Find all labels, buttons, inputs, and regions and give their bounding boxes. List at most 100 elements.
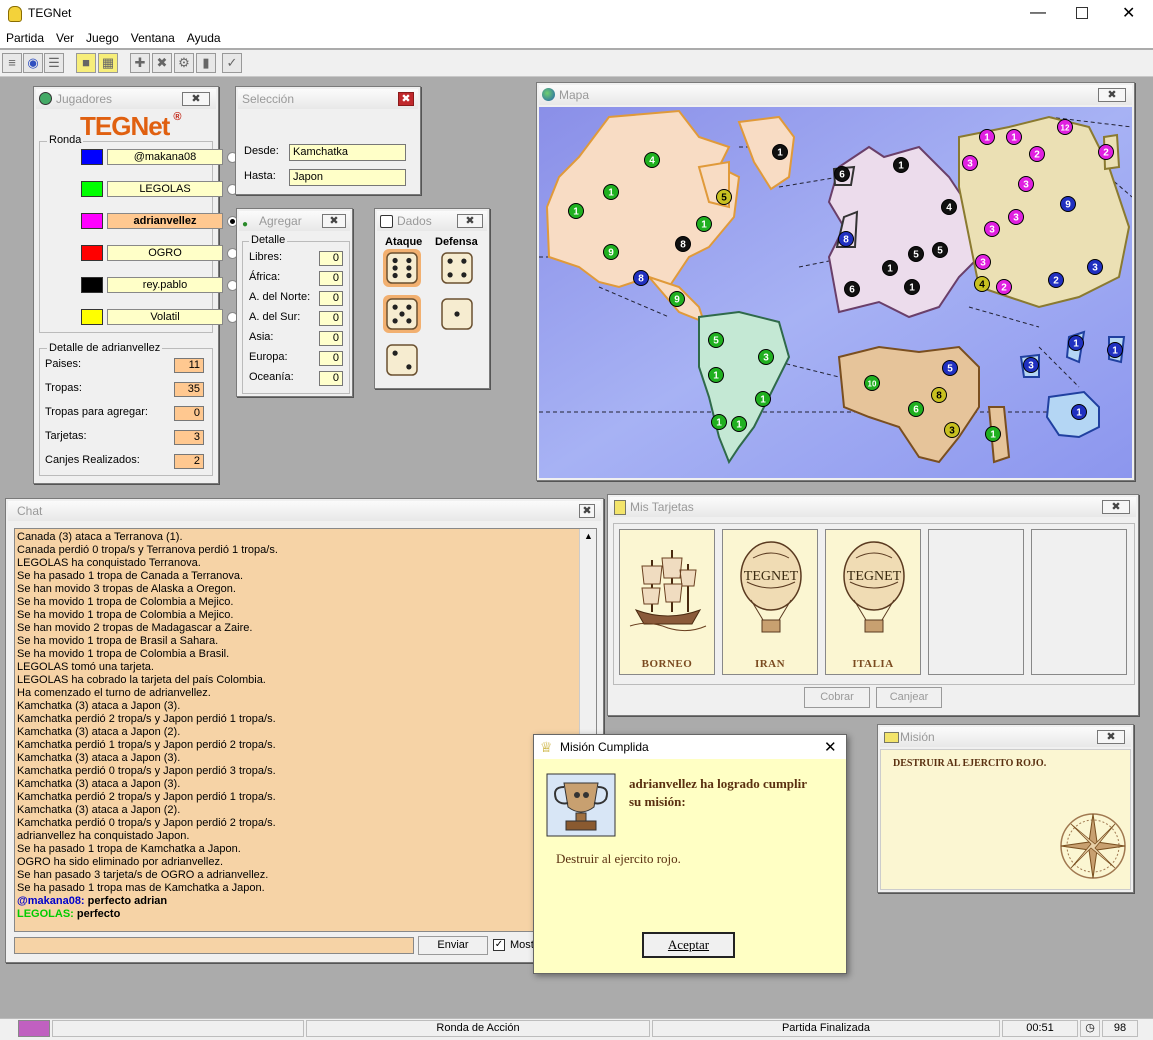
army-marker[interactable]: 1 bbox=[893, 157, 909, 173]
tarjetas-titlebar[interactable]: Mis Tarjetas ✖ bbox=[610, 497, 1136, 517]
menu-ventana[interactable]: Ventana bbox=[125, 28, 181, 45]
chat-titlebar[interactable]: Chat ✖ bbox=[8, 501, 601, 521]
army-marker[interactable]: 1 bbox=[708, 367, 724, 383]
army-marker[interactable]: 10 bbox=[864, 375, 880, 391]
army-marker[interactable]: 8 bbox=[675, 236, 691, 252]
army-marker[interactable]: 1 bbox=[882, 260, 898, 276]
minimize-button[interactable]: — bbox=[1030, 4, 1046, 22]
army-marker[interactable]: 3 bbox=[975, 254, 991, 270]
army-marker[interactable]: 1 bbox=[731, 416, 747, 432]
agregar-titlebar[interactable]: ● Agregar ✖ bbox=[239, 211, 350, 231]
army-marker[interactable]: 4 bbox=[974, 276, 990, 292]
scroll-up-icon[interactable]: ▲ bbox=[584, 531, 593, 541]
canjear-button[interactable]: Canjear bbox=[876, 687, 942, 708]
army-marker[interactable]: 3 bbox=[1018, 176, 1034, 192]
army-marker[interactable]: 5 bbox=[908, 246, 924, 262]
army-marker[interactable]: 3 bbox=[1087, 259, 1103, 275]
globe-icon[interactable]: ◉ bbox=[23, 53, 43, 73]
army-marker[interactable]: 1 bbox=[603, 184, 619, 200]
menu-partida[interactable]: Partida bbox=[0, 28, 50, 45]
army-marker[interactable]: 2 bbox=[1029, 146, 1045, 162]
army-count: 1 bbox=[573, 207, 579, 218]
close-icon[interactable]: ✖ bbox=[457, 214, 483, 228]
army-marker[interactable]: 6 bbox=[834, 166, 850, 182]
add-icon[interactable]: ✚ bbox=[130, 53, 150, 73]
army-count: 1 bbox=[760, 395, 766, 406]
army-marker[interactable]: 3 bbox=[984, 221, 1000, 237]
mision-titlebar[interactable]: Misión ✖ bbox=[880, 727, 1131, 747]
maximize-button[interactable] bbox=[1076, 7, 1088, 19]
dialog-titlebar[interactable]: ♕ Misión Cumplida ✕ bbox=[534, 735, 846, 759]
seleccion-titlebar[interactable]: Selección ✖ bbox=[238, 89, 418, 109]
cards-icon[interactable]: ▦ bbox=[98, 53, 118, 73]
army-marker[interactable]: 3 bbox=[1008, 209, 1024, 225]
menu-ayuda[interactable]: Ayuda bbox=[181, 28, 227, 45]
country-card[interactable]: BORNEO bbox=[619, 529, 715, 675]
army-marker[interactable]: 5 bbox=[932, 242, 948, 258]
card-take-icon[interactable]: ▮ bbox=[196, 53, 216, 73]
world-map[interactable]: 4119889511618415 5611 121223333934 22353111… bbox=[539, 107, 1132, 478]
mission-card-icon[interactable]: ■ bbox=[76, 53, 96, 73]
army-marker[interactable]: 8 bbox=[838, 231, 854, 247]
cobrar-button[interactable]: Cobrar bbox=[804, 687, 870, 708]
army-marker[interactable]: 1 bbox=[755, 391, 771, 407]
close-icon[interactable]: ✖ bbox=[579, 504, 595, 518]
army-marker[interactable]: 9 bbox=[1060, 196, 1076, 212]
chat-input[interactable] bbox=[14, 937, 414, 954]
army-marker[interactable]: 1 bbox=[772, 144, 788, 160]
mapa-titlebar[interactable]: Mapa ✖ bbox=[539, 85, 1132, 105]
army-marker[interactable]: 6 bbox=[908, 401, 924, 417]
army-marker[interactable]: 3 bbox=[1023, 357, 1039, 373]
army-marker[interactable]: 2 bbox=[996, 279, 1012, 295]
send-button[interactable]: Enviar bbox=[418, 936, 488, 955]
army-marker[interactable]: 1 bbox=[1107, 342, 1123, 358]
connect-icon[interactable]: ≡ bbox=[2, 53, 22, 73]
army-marker[interactable]: 5 bbox=[942, 360, 958, 376]
army-marker[interactable]: 1 bbox=[1006, 129, 1022, 145]
army-marker[interactable]: 1 bbox=[568, 203, 584, 219]
army-marker[interactable]: 4 bbox=[941, 199, 957, 215]
army-marker[interactable]: 9 bbox=[603, 244, 619, 260]
close-icon[interactable]: ✖ bbox=[182, 92, 210, 106]
list-icon[interactable]: ☰ bbox=[44, 53, 64, 73]
show-checkbox[interactable]: ✓ bbox=[493, 939, 505, 951]
army-marker[interactable]: 12 bbox=[1057, 119, 1073, 135]
regroup-icon[interactable]: ⚙ bbox=[174, 53, 194, 73]
army-marker[interactable]: 1 bbox=[1071, 404, 1087, 420]
end-turn-icon[interactable]: ✓ bbox=[222, 53, 242, 73]
country-card[interactable]: TEGNET ITALIA bbox=[825, 529, 921, 675]
army-marker[interactable]: 8 bbox=[633, 270, 649, 286]
army-marker[interactable]: 9 bbox=[669, 291, 685, 307]
army-marker[interactable]: 3 bbox=[944, 422, 960, 438]
army-marker[interactable]: 2 bbox=[1098, 144, 1114, 160]
chat-log[interactable]: Canada (3) ataca a Terranova (1). Canada … bbox=[14, 528, 597, 932]
close-window-button[interactable]: ✕ bbox=[1122, 3, 1135, 23]
aceptar-button[interactable]: Aceptar bbox=[642, 932, 735, 958]
menu-ver[interactable]: Ver bbox=[50, 28, 80, 45]
country-card[interactable]: TEGNET IRAN bbox=[722, 529, 818, 675]
army-marker[interactable]: 6 bbox=[844, 281, 860, 297]
army-marker[interactable]: 2 bbox=[1048, 272, 1064, 288]
army-marker[interactable]: 5 bbox=[716, 189, 732, 205]
army-marker[interactable]: 8 bbox=[931, 387, 947, 403]
jugadores-titlebar[interactable]: Jugadores ✖ bbox=[36, 89, 216, 109]
army-marker[interactable]: 5 bbox=[708, 332, 724, 348]
army-marker[interactable]: 1 bbox=[696, 216, 712, 232]
dados-titlebar[interactable]: Dados ✖ bbox=[377, 211, 487, 231]
army-marker[interactable]: 4 bbox=[644, 152, 660, 168]
close-icon[interactable]: ✖ bbox=[1102, 500, 1130, 514]
army-marker[interactable]: 1 bbox=[711, 414, 727, 430]
close-icon[interactable]: ✖ bbox=[1097, 730, 1125, 744]
army-marker[interactable]: 1 bbox=[1068, 335, 1084, 351]
army-marker[interactable]: 3 bbox=[758, 349, 774, 365]
dialog-close-icon[interactable]: ✕ bbox=[824, 738, 837, 756]
army-marker[interactable]: 1 bbox=[985, 426, 1001, 442]
army-marker[interactable]: 1 bbox=[979, 129, 995, 145]
attack-icon[interactable]: ✖ bbox=[152, 53, 172, 73]
army-marker[interactable]: 3 bbox=[962, 155, 978, 171]
close-icon[interactable]: ✖ bbox=[1098, 88, 1126, 102]
close-icon[interactable]: ✖ bbox=[322, 214, 346, 228]
menu-juego[interactable]: Juego bbox=[80, 28, 125, 45]
close-icon[interactable]: ✖ bbox=[398, 92, 414, 106]
army-marker[interactable]: 1 bbox=[904, 279, 920, 295]
